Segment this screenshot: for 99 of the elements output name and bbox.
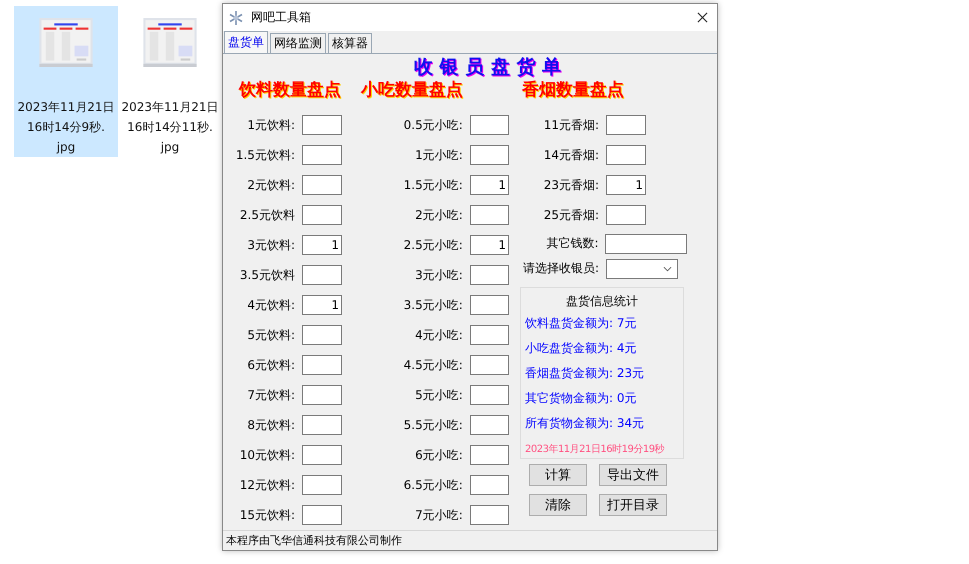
input-field[interactable]	[606, 145, 646, 165]
input-field[interactable]	[470, 295, 509, 315]
stats-line: 饮料盘货金额为: 7元	[525, 315, 638, 332]
field-label: 1.5元小吃:	[402, 176, 463, 194]
field-label: 6元饮料:	[246, 356, 295, 374]
field-label: 3元小吃:	[414, 266, 463, 284]
input-field[interactable]	[606, 205, 646, 225]
field-label: 10元饮料:	[238, 446, 295, 464]
input-field[interactable]	[470, 415, 509, 435]
input-field[interactable]: 1	[302, 235, 342, 255]
field-label: 3.5元小吃:	[402, 296, 463, 314]
action-button[interactable]: 导出文件	[599, 464, 667, 486]
file-icon-tile[interactable]: 2023年11月21日 16时14分11秒. jpg	[118, 6, 222, 157]
input-field[interactable]	[302, 115, 342, 135]
field-label: 2.5元小吃:	[402, 236, 463, 254]
input-field[interactable]	[470, 325, 509, 345]
input-field[interactable]	[470, 145, 509, 165]
field-label: 14元香烟:	[542, 146, 599, 164]
input-field[interactable]	[302, 385, 342, 405]
field-label: 2元小吃:	[414, 206, 463, 224]
stats-title: 盘货信息统计	[565, 293, 639, 310]
field-label: 7元饮料:	[246, 386, 295, 404]
field-label: 5元小吃:	[414, 386, 463, 404]
close-icon[interactable]	[697, 12, 708, 23]
tab[interactable]: 核算器	[328, 33, 372, 53]
field-label: 4元小吃:	[414, 326, 463, 344]
field-label: 8元饮料:	[246, 416, 295, 434]
field-label: 1.5元饮料:	[234, 146, 295, 164]
field-label: 15元饮料:	[238, 506, 295, 524]
field-label: 4元饮料:	[246, 296, 295, 314]
snowflake-icon	[228, 10, 244, 26]
file-name: 2023年11月21日	[121, 99, 219, 116]
input-field[interactable]	[470, 115, 509, 135]
file-name: 2023年11月21日	[17, 99, 115, 116]
field-label: 6元小吃:	[414, 446, 463, 464]
field-label: 3元饮料:	[246, 236, 295, 254]
input-field[interactable]	[470, 505, 509, 525]
status-bar: 本程序由飞华信通科技有限公司制作	[223, 530, 717, 550]
field-label: 11元香烟:	[542, 116, 599, 134]
input-field[interactable]	[470, 475, 509, 495]
section-title: 饮料数量盘点	[238, 79, 342, 101]
file-name: jpg	[56, 139, 76, 156]
field-label: 其它钱数:	[545, 235, 598, 252]
tab[interactable]: 网络监测	[270, 33, 326, 53]
file-name: 16时14分11秒.	[127, 119, 213, 136]
section-title: 香烟数量盘点	[521, 79, 625, 101]
stats-line: 香烟盘货金额为: 23元	[525, 365, 646, 382]
input-field[interactable]	[302, 505, 342, 525]
timestamp: 2023年11月21日16时19分19秒	[525, 442, 664, 457]
input-field[interactable]: 1	[470, 235, 509, 255]
stats-line: 其它货物金额为: 0元	[525, 390, 638, 407]
file-name: 16时14分9秒.	[26, 119, 105, 136]
field-label: 4.5元小吃:	[402, 356, 463, 374]
input-field[interactable]	[606, 115, 646, 135]
input-field[interactable]	[302, 175, 342, 195]
action-button[interactable]: 打开目录	[599, 494, 667, 516]
field-label: 6.5元小吃:	[402, 476, 463, 494]
input-field[interactable]	[302, 475, 342, 495]
section-title: 小吃数量盘点	[360, 79, 464, 101]
field-label: 请选择收银员:	[522, 260, 599, 277]
field-label: 5元饮料:	[246, 326, 295, 344]
input-field[interactable]	[605, 234, 687, 254]
field-label: 25元香烟:	[542, 206, 599, 224]
input-field[interactable]	[470, 445, 509, 465]
input-field[interactable]	[470, 355, 509, 375]
input-field[interactable]	[302, 355, 342, 375]
field-label: 0.5元小吃:	[402, 116, 463, 134]
action-button[interactable]: 清除	[529, 494, 587, 516]
field-label: 12元饮料:	[238, 476, 295, 494]
input-field[interactable]	[302, 325, 342, 345]
input-field[interactable]: 1	[606, 175, 646, 195]
cashier-dropdown[interactable]	[606, 258, 678, 278]
field-label: 1元小吃:	[414, 146, 463, 164]
input-field[interactable]: 1	[302, 295, 342, 315]
stats-line: 所有货物金额为: 34元	[525, 415, 646, 432]
field-label: 3.5元饮料	[238, 266, 295, 284]
input-field[interactable]	[302, 145, 342, 165]
chevron-down-icon	[663, 266, 672, 272]
file-icon-tile[interactable]: 2023年11月21日 16时14分9秒. jpg	[14, 6, 118, 157]
stats-line: 小吃盘货金额为: 4元	[525, 340, 638, 357]
input-field[interactable]	[470, 265, 509, 285]
action-button[interactable]: 计算	[529, 464, 587, 486]
field-label: 1元饮料:	[246, 116, 295, 134]
input-field[interactable]	[470, 205, 509, 225]
input-field[interactable]: 1	[470, 175, 509, 195]
window-title: 网吧工具箱	[251, 9, 312, 26]
sheet-heading: 收 银 员 盘 货 单	[412, 55, 562, 79]
input-field[interactable]	[302, 265, 342, 285]
field-label: 7元小吃:	[414, 506, 463, 524]
input-field[interactable]	[302, 205, 342, 225]
field-label: 2元饮料:	[246, 176, 295, 194]
file-name: jpg	[160, 139, 180, 156]
field-label: 2.5元饮料	[238, 206, 295, 224]
input-field[interactable]	[302, 445, 342, 465]
field-label: 23元香烟:	[542, 176, 599, 194]
input-field[interactable]	[302, 415, 342, 435]
input-field[interactable]	[470, 385, 509, 405]
tab[interactable]: 盘货单	[224, 31, 268, 53]
field-label: 5.5元小吃:	[402, 416, 463, 434]
